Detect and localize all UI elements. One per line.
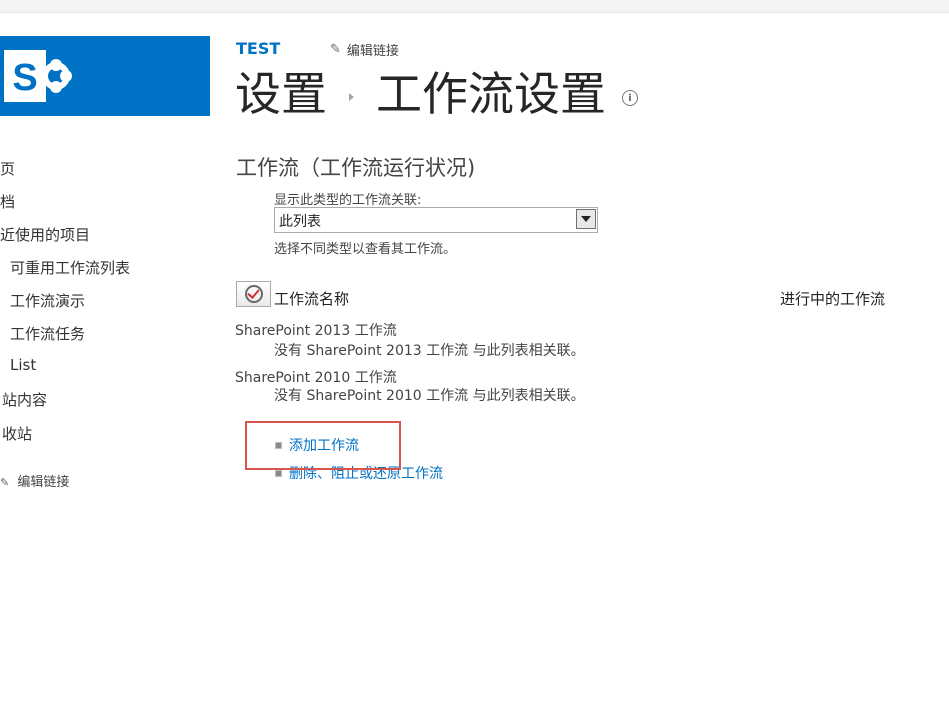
svg-text:S: S bbox=[12, 57, 37, 99]
pencil-icon: ✎ bbox=[330, 42, 341, 57]
breadcrumb: 设置 工作流设置 i bbox=[235, 64, 638, 124]
site-title[interactable]: TEST bbox=[236, 39, 280, 58]
nav-edit-links-label: 编辑链接 bbox=[17, 475, 70, 490]
info-icon[interactable]: i bbox=[622, 90, 638, 106]
sharepoint-logo[interactable]: S bbox=[0, 36, 210, 116]
nav-item-recycle-bin[interactable]: 收站 bbox=[2, 423, 32, 444]
edit-links-top[interactable]: ✎ 编辑链接 bbox=[330, 40, 399, 59]
nav-item-workflow-demo[interactable]: 工作流演示 bbox=[10, 290, 85, 311]
top-bar bbox=[0, 0, 949, 13]
highlight-box bbox=[245, 421, 401, 470]
nav-edit-links[interactable]: ✎ 编辑链接 bbox=[0, 471, 69, 490]
pencil-icon: ✎ bbox=[0, 476, 10, 489]
group-title-sp2013: SharePoint 2013 工作流 bbox=[235, 323, 397, 339]
nav-item-home[interactable]: 页 bbox=[0, 158, 15, 179]
breadcrumb-parent[interactable]: 设置 bbox=[235, 64, 327, 124]
bullet-icon bbox=[275, 469, 282, 477]
filter-label: 显示此类型的工作流关联: bbox=[274, 193, 422, 208]
edit-links-label: 编辑链接 bbox=[346, 44, 399, 59]
association-type-select[interactable]: 此列表 bbox=[274, 207, 598, 233]
nav-item-documents[interactable]: 档 bbox=[0, 191, 15, 212]
nav-item-workflow-tasks[interactable]: 工作流任务 bbox=[10, 323, 85, 344]
column-header-running-workflows: 进行中的工作流 bbox=[780, 290, 886, 308]
chevron-down-icon[interactable] bbox=[576, 209, 596, 229]
select-value: 此列表 bbox=[279, 214, 321, 230]
sharepoint-logo-icon: S bbox=[4, 50, 72, 102]
column-header-workflow-name: 工作流名称 bbox=[274, 290, 350, 308]
nav-item-site-contents[interactable]: 站内容 bbox=[2, 389, 47, 410]
group-message-sp2010: 没有 SharePoint 2010 工作流 与此列表相关联。 bbox=[274, 388, 585, 404]
group-title-sp2010: SharePoint 2010 工作流 bbox=[235, 370, 397, 386]
nav-item-reusable-workflow-list[interactable]: 可重用工作流列表 bbox=[10, 257, 130, 278]
breadcrumb-separator-icon bbox=[349, 93, 354, 101]
page-title: 工作流设置 bbox=[376, 67, 606, 121]
workflow-status-button[interactable] bbox=[236, 281, 271, 307]
nav-item-recent[interactable]: 近使用的项目 bbox=[0, 224, 90, 245]
nav-item-list[interactable]: List bbox=[10, 356, 36, 374]
check-circle-icon bbox=[244, 285, 263, 303]
section-title: 工作流（工作流运行状况) bbox=[236, 156, 476, 180]
filter-help-text: 选择不同类型以查看其工作流。 bbox=[274, 242, 457, 257]
group-message-sp2013: 没有 SharePoint 2013 工作流 与此列表相关联。 bbox=[274, 343, 585, 359]
